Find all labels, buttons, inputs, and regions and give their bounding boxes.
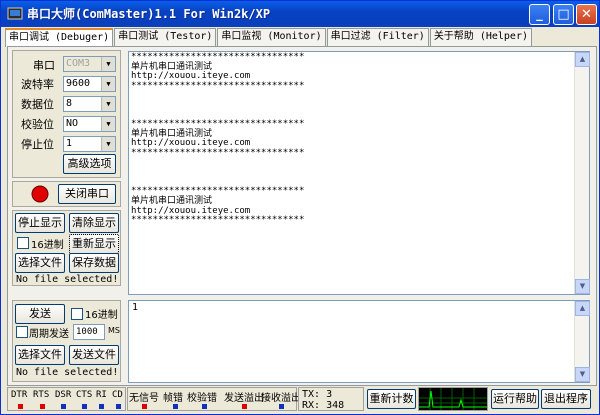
- error-rx-overflow: 接收溢出: [261, 393, 301, 404]
- port-label: 串口: [33, 59, 55, 72]
- error-no-signal: 无信号: [129, 393, 159, 404]
- signal-rts: RTS: [33, 390, 50, 400]
- scroll-up-icon[interactable]: ▲: [575, 52, 590, 67]
- redisplay-button[interactable]: 重新显示: [69, 234, 119, 254]
- receive-file-status: No file selected!: [16, 274, 119, 285]
- signal-dtr: DTR: [11, 390, 28, 400]
- receive-text: ******************************** 单片机串口通讯…: [131, 52, 305, 226]
- signal-led: [40, 404, 45, 409]
- send-hex-checkbox[interactable]: [71, 308, 83, 320]
- advanced-options-button[interactable]: 高级选项: [63, 154, 116, 174]
- exit-program-button[interactable]: 退出程序: [541, 389, 591, 409]
- receive-hex-checkbox[interactable]: [17, 237, 29, 249]
- port-settings-group: 串口 COM3 ▼ 波特率 9600 ▼ 数据位 8 ▼ 校验位 NO ▼ 停止位 1 ▼…: [12, 50, 121, 178]
- error-parity: 校验错: [187, 393, 217, 404]
- error-led: [173, 404, 178, 409]
- send-text: 1: [132, 302, 139, 313]
- signal-led: [99, 404, 104, 409]
- receive-scrollbar[interactable]: ▲ ▼: [574, 52, 590, 294]
- signal-cd: CD: [112, 390, 123, 400]
- stopbits-label: 停止位: [21, 138, 54, 151]
- save-data-button[interactable]: 保存数据: [69, 253, 119, 273]
- parity-label: 校验位: [21, 118, 54, 131]
- error-led: [242, 404, 247, 409]
- chevron-down-icon: ▼: [101, 57, 115, 71]
- parity-select[interactable]: NO ▼: [63, 116, 116, 132]
- activity-graph-icon: [419, 388, 487, 410]
- tab-filter[interactable]: 串口过滤 (Filter): [326, 28, 429, 46]
- app-icon: [7, 7, 23, 20]
- window-title: 串口大师(ComMaster)1.1 For Win2k/XP: [27, 7, 271, 21]
- periodic-send-label: 周期发送: [29, 329, 69, 340]
- send-scrollbar[interactable]: ▲ ▼: [574, 301, 590, 382]
- close-port-button[interactable]: 关闭串口: [58, 184, 116, 204]
- receive-hex-label: 16进制: [31, 240, 64, 251]
- rx-counter: RX: 348: [302, 400, 345, 411]
- signal-led: [18, 404, 23, 409]
- receive-textarea[interactable]: ******************************** 单片机串口通讯…: [128, 51, 590, 295]
- send-file-button[interactable]: 发送文件: [69, 345, 119, 365]
- maximize-button[interactable]: □: [553, 4, 574, 25]
- scroll-down-icon[interactable]: ▼: [575, 279, 590, 294]
- stop-display-button[interactable]: 停止显示: [15, 213, 65, 233]
- stopbits-select[interactable]: 1 ▼: [63, 136, 116, 152]
- chevron-down-icon: ▼: [101, 137, 115, 151]
- reset-count-button[interactable]: 重新计数: [367, 389, 416, 409]
- period-unit-label: MS: [108, 326, 120, 335]
- signal-led: [116, 404, 121, 409]
- close-button[interactable]: ✕: [576, 4, 597, 25]
- tx-counter: TX: 3: [302, 389, 333, 400]
- chevron-down-icon: ▼: [101, 97, 115, 111]
- error-led: [142, 404, 147, 409]
- error-led: [279, 404, 284, 409]
- signal-ri: RI: [96, 390, 107, 400]
- send-hex-label: 16进制: [85, 310, 118, 321]
- signal-led: [61, 404, 66, 409]
- scroll-down-icon[interactable]: ▼: [575, 367, 590, 382]
- send-select-file-button[interactable]: 选择文件: [15, 345, 65, 365]
- port-control-group: 关闭串口: [12, 181, 121, 207]
- baud-label: 波特率: [21, 78, 54, 91]
- send-controls-group: 发送 16进制 周期发送 1000 MS 选择文件 发送文件 No file s…: [12, 300, 121, 382]
- receive-controls-group: 停止显示 清除显示 16进制 重新显示 选择文件 保存数据 No file se…: [12, 210, 121, 286]
- tab-testor[interactable]: 串口测试 (Testor): [114, 28, 217, 46]
- signal-cts: CTS: [76, 390, 93, 400]
- port-select[interactable]: COM3 ▼: [63, 56, 116, 72]
- baud-select[interactable]: 9600 ▼: [63, 76, 116, 92]
- signal-status-panel: DTR RTS DSR CTS RI CD: [7, 387, 126, 411]
- chevron-down-icon: ▼: [101, 77, 115, 91]
- error-led: [202, 404, 207, 409]
- databits-label: 数据位: [21, 98, 54, 111]
- signal-led: [82, 404, 87, 409]
- error-frame: 帧错: [163, 393, 183, 404]
- main-window: 串口大师(ComMaster)1.1 For Win2k/XP _ □ ✕ 串口…: [0, 0, 600, 415]
- error-tx-overflow: 发送溢出: [224, 393, 264, 404]
- counter-panel: TX: 3 RX: 348: [298, 387, 364, 411]
- tab-debuger[interactable]: 串口调试 (Debuger): [5, 28, 114, 47]
- send-file-status: No file selected!: [16, 367, 119, 378]
- tab-monitor[interactable]: 串口监视 (Monitor): [217, 28, 326, 46]
- chevron-down-icon: ▼: [101, 117, 115, 131]
- receive-select-file-button[interactable]: 选择文件: [15, 253, 65, 273]
- period-input[interactable]: 1000: [73, 324, 105, 340]
- signal-dsr: DSR: [55, 390, 72, 400]
- send-textarea[interactable]: 1 ▲ ▼: [128, 300, 590, 383]
- activity-graph: [418, 387, 488, 411]
- tab-strip: 串口调试 (Debuger) 串口测试 (Testor) 串口监视 (Monit…: [5, 28, 533, 47]
- send-button[interactable]: 发送: [15, 304, 65, 324]
- scroll-up-icon[interactable]: ▲: [575, 301, 590, 316]
- run-help-button[interactable]: 运行帮助: [491, 389, 539, 409]
- port-status-indicator-icon: [31, 185, 49, 203]
- tab-helper[interactable]: 关于帮助 (Helper): [429, 28, 532, 46]
- error-status-panel: 无信号 帧错 校验错 发送溢出 接收溢出: [127, 387, 301, 411]
- title-bar: 串口大师(ComMaster)1.1 For Win2k/XP _ □ ✕: [1, 1, 599, 27]
- minimize-button[interactable]: _: [529, 4, 550, 25]
- databits-select[interactable]: 8 ▼: [63, 96, 116, 112]
- periodic-send-checkbox[interactable]: [16, 326, 28, 338]
- clear-display-button[interactable]: 清除显示: [69, 213, 119, 233]
